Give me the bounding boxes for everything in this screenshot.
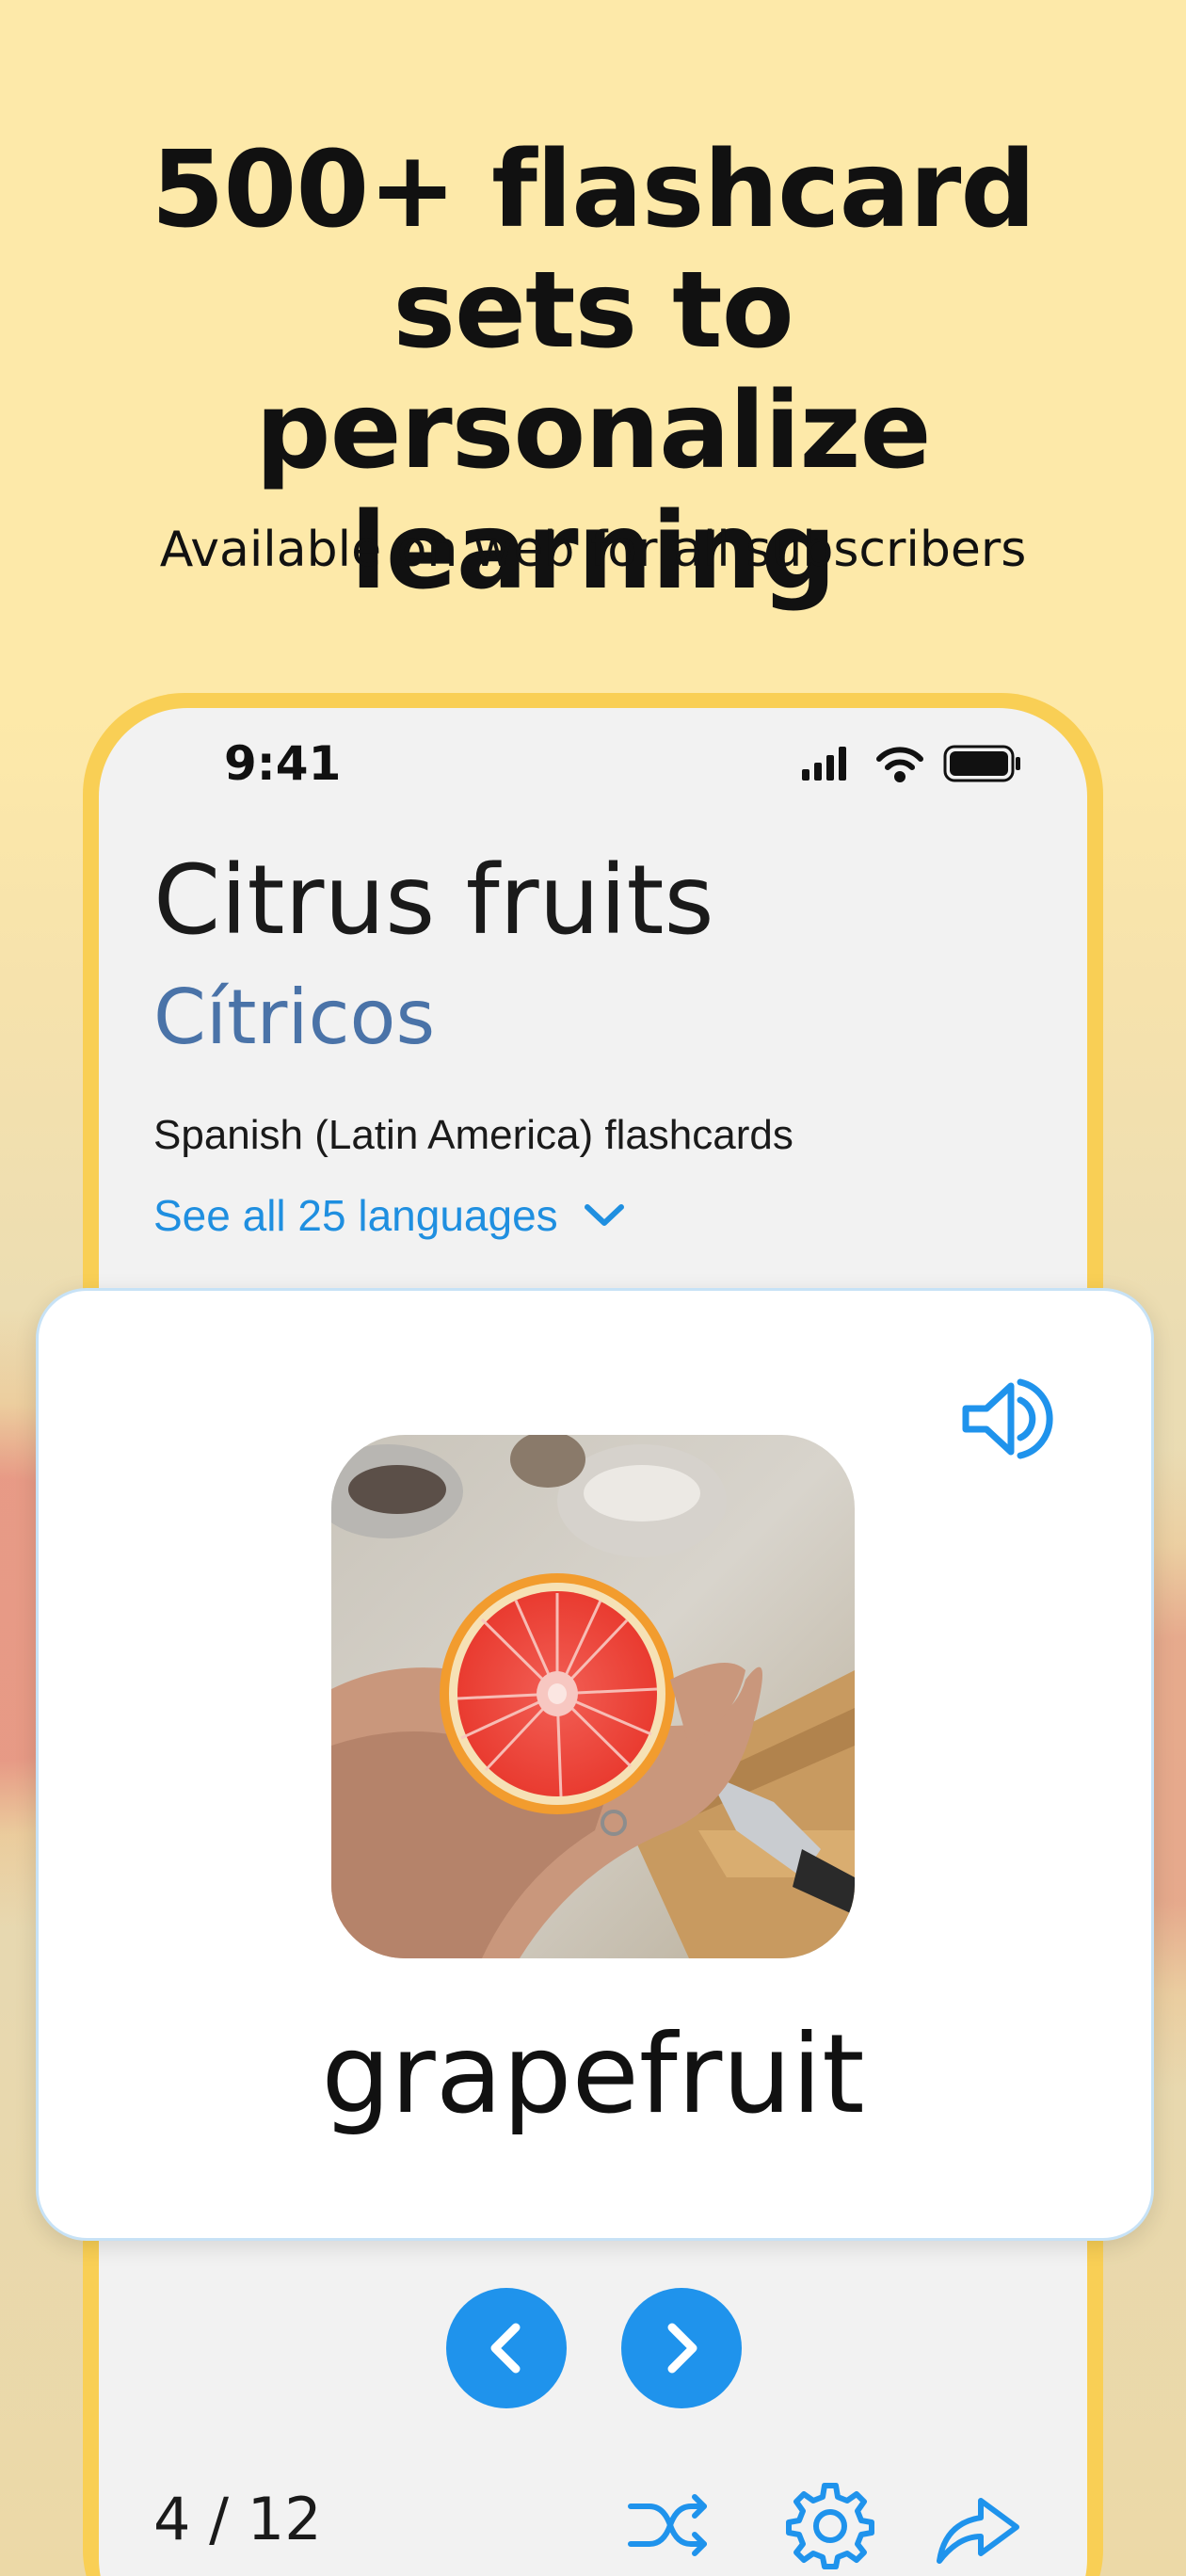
headline-line-1: 500+ flashcard [151,129,1035,251]
gear-icon[interactable] [783,2478,877,2572]
set-translation: Cítricos [153,974,436,1061]
status-icons [802,745,1020,782]
promo-subheadline: Available on web for all subscribers [159,522,1027,578]
chevron-down-icon [584,1204,624,1226]
grapefruit-photo [331,1435,855,1958]
chevron-left-icon [490,2323,521,2374]
battery-icon [943,745,1020,782]
share-icon[interactable] [932,2478,1026,2572]
set-subtitle: Spanish (Latin America) flashcards [153,1112,793,1158]
signal-icon [802,747,846,781]
flashcard-word: grapefruit [321,2011,865,2138]
set-title: Citrus fruits [153,845,714,957]
see-all-languages-label: See all 25 languages [153,1191,558,1240]
headline-line-2: sets to personalize [255,250,931,492]
next-card-button[interactable] [621,2288,742,2408]
previous-card-button[interactable] [446,2288,567,2408]
card-counter: 4 / 12 [153,2485,322,2553]
shuffle-icon[interactable] [621,2478,715,2572]
speaker-icon[interactable] [960,1377,1073,1461]
chevron-right-icon [667,2323,697,2374]
status-time: 9:41 [224,736,342,791]
see-all-languages-link[interactable]: See all 25 languages [153,1186,626,1245]
wifi-icon [876,747,923,782]
